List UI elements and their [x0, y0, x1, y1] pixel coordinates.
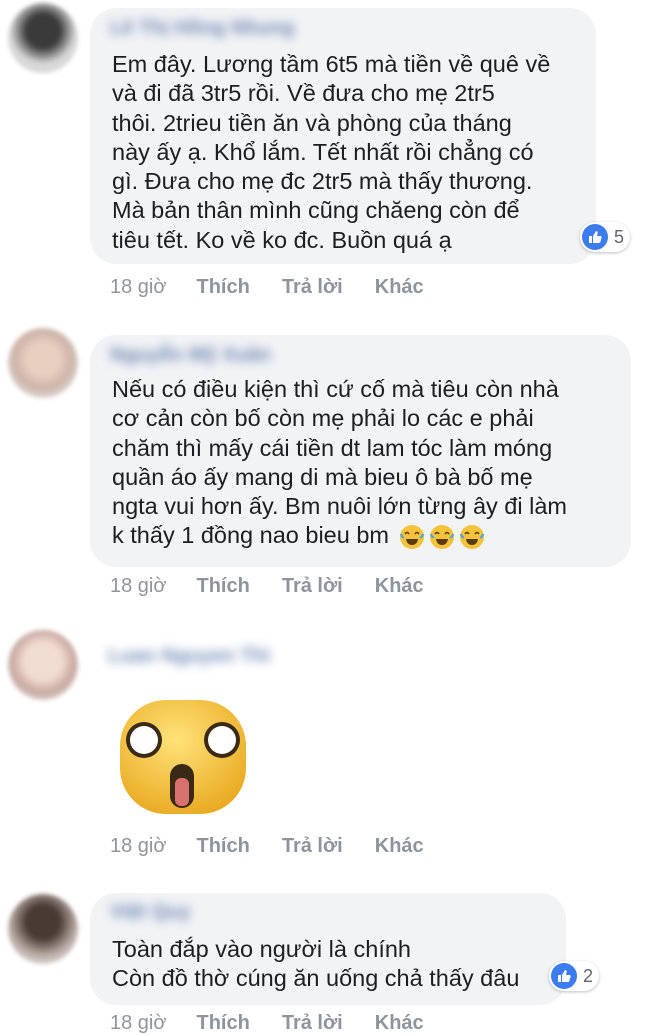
comment-actions: 18 giờ Thích Trả lời Khác [110, 835, 456, 858]
comment-bubble: Việt Quy Toàn đắp vào người là chính Còn… [90, 893, 566, 1005]
avatar[interactable] [8, 894, 78, 964]
like-icon [551, 963, 577, 989]
author-name[interactable]: Lê Thị Hồng Nhung [110, 17, 294, 40]
comment-actions: 18 giờ Thích Trả lời Khác [110, 276, 456, 299]
more-button[interactable]: Khác [375, 575, 424, 598]
avatar[interactable] [8, 328, 78, 398]
reaction-count: 2 [583, 965, 594, 986]
tears-of-joy-icon [429, 525, 454, 550]
comment-text: Em đây. Lương tầm 6t5 mà tiền về quê về … [112, 51, 551, 253]
tears-of-joy-icon [459, 525, 484, 550]
shocked-face-sticker[interactable] [118, 698, 248, 816]
sticker-image [120, 700, 246, 814]
reaction-count: 5 [614, 226, 625, 247]
author-name[interactable]: Nguyễn Mỹ Xuân [110, 344, 271, 367]
reaction-count-badge[interactable]: 2 [549, 961, 600, 991]
reply-button[interactable]: Trả lời [282, 276, 343, 299]
like-button[interactable]: Thích [196, 575, 249, 598]
like-icon [582, 224, 608, 250]
avatar[interactable] [8, 3, 78, 73]
reaction-count-badge[interactable]: 5 [580, 222, 631, 252]
comment-text: Nếu có điều kiện thì cứ cố mà tiêu còn n… [112, 375, 567, 551]
like-button[interactable]: Thích [196, 276, 249, 299]
avatar[interactable] [8, 630, 78, 700]
timestamp[interactable]: 18 giờ [110, 835, 166, 858]
tears-of-joy-icon [399, 525, 424, 550]
more-button[interactable]: Khác [375, 835, 424, 858]
like-button[interactable]: Thích [196, 835, 249, 858]
comment-bubble: Lê Thị Hồng Nhung Em đây. Lương tầm 6t5 … [90, 8, 596, 264]
comment-bubble: Nguyễn Mỹ Xuân Nếu có điều kiện thì cứ c… [90, 335, 631, 567]
reply-button[interactable]: Trả lời [282, 835, 343, 858]
timestamp[interactable]: 18 giờ [110, 575, 166, 598]
more-button[interactable]: Khác [375, 276, 424, 299]
reply-button[interactable]: Trả lời [282, 575, 343, 598]
timestamp[interactable]: 18 giờ [110, 276, 166, 299]
comment-text: Toàn đắp vào người là chính Còn đồ thờ c… [112, 936, 520, 992]
author-name[interactable]: Luan Nguyen Thi [108, 645, 270, 668]
comment-actions: 18 giờ Thích Trả lời Khác [110, 575, 456, 598]
author-name[interactable]: Việt Quy [110, 901, 191, 924]
